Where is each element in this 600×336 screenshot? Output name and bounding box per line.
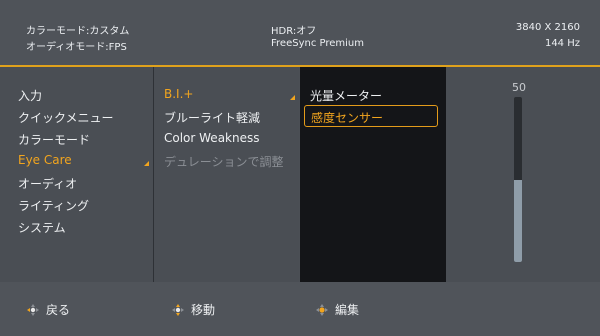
bi-plus-menu: 光量メーター 感度センサー (300, 67, 446, 282)
menu-item-color-weakness[interactable]: Color Weakness (164, 131, 259, 145)
hint-back: 戻る (26, 301, 70, 318)
refresh-status: 144 Hz (544, 38, 580, 49)
osd-window: カラーモード:カスタム オーディオモード:FPS HDR:オフ FreeSync… (0, 0, 600, 336)
resolution-status: 3840 X 2160 (515, 22, 580, 33)
hdr-status: HDR:オフ (271, 26, 317, 37)
main-menu: 入力 クイックメニュー カラーモード Eye Care オーディオ ライティング… (0, 67, 154, 282)
hint-edit-label: 編集 (335, 303, 360, 317)
footer-hints: 戻る 移動 編集 (0, 282, 600, 336)
menu-item-light-meter[interactable]: 光量メーター (310, 87, 382, 104)
menu-item-quick-menu[interactable]: クイックメニュー (18, 109, 114, 126)
value-panel: 50 (446, 67, 600, 282)
menu-item-lighting[interactable]: ライティング (18, 197, 89, 214)
audio-mode-status: オーディオモード:FPS (26, 42, 127, 53)
hint-edit: 編集 (315, 301, 359, 318)
hint-move-label: 移動 (191, 303, 216, 317)
submenu-arrow-icon (144, 161, 149, 166)
slider-fill (514, 179, 522, 262)
sensitivity-slider[interactable] (514, 97, 522, 262)
submenu-arrow-icon (290, 95, 295, 100)
menu-item-low-blue-light[interactable]: ブルーライト軽減 (164, 109, 260, 126)
dpad-updown-icon (172, 303, 184, 316)
menu-item-color-mode[interactable]: カラーモード (18, 131, 90, 148)
menu-item-sensitivity-sensor[interactable]: 感度センサー (311, 109, 383, 126)
status-header: カラーモード:カスタム オーディオモード:FPS HDR:オフ FreeSync… (0, 0, 600, 67)
menu-item-input[interactable]: 入力 (18, 87, 42, 104)
hint-move: 移動 (171, 301, 215, 318)
menu-item-system[interactable]: システム (18, 219, 66, 236)
menu-item-audio[interactable]: オーディオ (18, 175, 77, 192)
slider-value: 50 (512, 81, 526, 94)
menu-item-duration-adjust: デュレーションで調整 (164, 155, 284, 169)
freesync-status: FreeSync Premium (271, 38, 364, 49)
hint-back-label: 戻る (46, 303, 71, 317)
dpad-center-icon (316, 303, 328, 316)
menu-item-eye-care[interactable]: Eye Care (18, 153, 72, 167)
color-mode-status: カラーモード:カスタム (26, 26, 130, 37)
dpad-left-icon (27, 303, 39, 316)
menu-item-bi-plus[interactable]: B.I.+ (164, 87, 193, 101)
selection-highlight[interactable]: 感度センサー (304, 105, 438, 127)
eye-care-menu: B.I.+ ブルーライト軽減 Color Weakness デュレーションで調整 (154, 67, 299, 282)
